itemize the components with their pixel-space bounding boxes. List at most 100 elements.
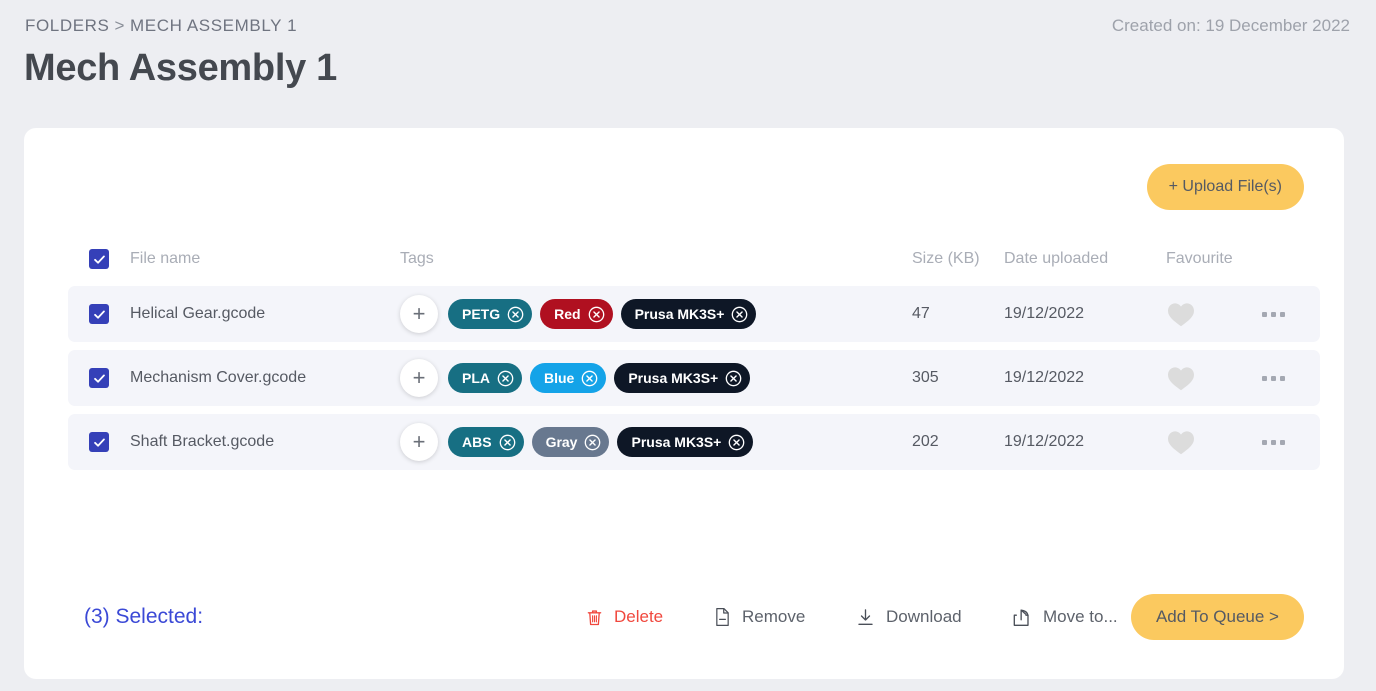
more-options-icon[interactable] xyxy=(1260,306,1287,323)
files-card: + Upload File(s) File name Tags Size (KB… xyxy=(24,128,1344,679)
remove-tag-icon[interactable] xyxy=(588,306,605,323)
tag-label: ABS xyxy=(462,434,492,450)
file-name-cell: Mechanism Cover.gcode xyxy=(130,369,307,386)
row-actions-cell xyxy=(1260,306,1320,323)
favourite-cell xyxy=(1166,301,1260,328)
remove-label: Remove xyxy=(742,607,806,626)
date-uploaded-cell: 19/12/2022 xyxy=(1004,433,1085,450)
breadcrumb: FOLDERS > MECH ASSEMBLY 1 xyxy=(25,16,297,36)
file-size-cell: 202 xyxy=(912,433,939,450)
column-header-size[interactable]: Size (KB) xyxy=(912,250,1004,268)
table-body: Helical Gear.gcode + PETG Red Prusa MK3S… xyxy=(24,286,1344,470)
column-header-date[interactable]: Date uploaded xyxy=(1004,250,1166,268)
breadcrumb-root[interactable]: FOLDERS xyxy=(25,16,110,35)
tag-pill[interactable]: PLA xyxy=(448,363,522,393)
download-label: Download xyxy=(886,607,962,626)
share-export-icon xyxy=(1013,609,1029,626)
heart-icon[interactable] xyxy=(1166,301,1196,328)
file-size-cell: 47 xyxy=(912,305,930,322)
add-tag-button[interactable]: + xyxy=(400,423,438,461)
bulk-actions-bar: (3) Selected: Delete Remove Download Mov… xyxy=(24,582,1344,652)
add-tag-button[interactable]: + xyxy=(400,359,438,397)
table-row[interactable]: Shaft Bracket.gcode + ABS Gray Prusa MK3… xyxy=(68,414,1320,470)
file-size-cell: 305 xyxy=(912,369,939,386)
tag-pill[interactable]: Prusa MK3S+ xyxy=(620,299,757,329)
tag-pill[interactable]: PETG xyxy=(448,299,533,329)
date-uploaded-cell: 19/12/2022 xyxy=(1004,305,1085,322)
remove-tag-icon[interactable] xyxy=(731,306,748,323)
remove-button[interactable]: Remove xyxy=(714,607,805,627)
add-to-queue-button[interactable]: Add To Queue > xyxy=(1130,594,1304,640)
row-actions-cell xyxy=(1260,434,1320,451)
delete-label: Delete xyxy=(614,607,664,626)
table-row[interactable]: Helical Gear.gcode + PETG Red Prusa MK3S… xyxy=(68,286,1320,342)
move-to-button[interactable]: Move to... xyxy=(1012,607,1118,627)
column-header-file-name[interactable]: File name xyxy=(130,250,400,268)
favourite-cell xyxy=(1166,429,1260,456)
remove-tag-icon[interactable] xyxy=(497,370,514,387)
file-name-cell: Helical Gear.gcode xyxy=(130,305,266,322)
heart-icon[interactable] xyxy=(1166,429,1196,456)
tag-pill[interactable]: Blue xyxy=(530,363,607,393)
selected-count-label: (3) Selected: xyxy=(84,605,204,628)
tag-pill[interactable]: Prusa MK3S+ xyxy=(614,363,751,393)
row-select-cell xyxy=(68,432,130,452)
tag-label: PLA xyxy=(462,370,490,386)
trash-icon xyxy=(587,609,602,625)
date-uploaded-cell: 19/12/2022 xyxy=(1004,369,1085,386)
breadcrumb-separator: > xyxy=(114,16,126,35)
tag-label: Blue xyxy=(544,370,575,386)
tags-cell: + PETG Red Prusa MK3S+ xyxy=(400,295,912,333)
tags-cell: + PLA Blue Prusa MK3S+ xyxy=(400,359,912,397)
page-title: Mech Assembly 1 xyxy=(24,47,338,89)
more-options-icon[interactable] xyxy=(1260,434,1287,451)
remove-tag-icon[interactable] xyxy=(728,434,745,451)
remove-tag-icon[interactable] xyxy=(581,370,598,387)
remove-tag-icon[interactable] xyxy=(499,434,516,451)
row-actions-cell xyxy=(1260,370,1320,387)
table-header-row: File name Tags Size (KB) Date uploaded F… xyxy=(68,244,1320,274)
heart-icon[interactable] xyxy=(1166,365,1196,392)
tag-label: PETG xyxy=(462,306,501,322)
download-icon xyxy=(858,608,873,625)
tag-label: Red xyxy=(554,306,581,322)
move-to-label: Move to... xyxy=(1043,607,1118,626)
check-icon xyxy=(93,374,105,383)
column-header-tags[interactable]: Tags xyxy=(400,250,912,268)
row-checkbox[interactable] xyxy=(89,432,109,452)
row-checkbox[interactable] xyxy=(89,304,109,324)
tag-label: Prusa MK3S+ xyxy=(628,370,719,386)
row-checkbox[interactable] xyxy=(89,368,109,388)
add-tag-button[interactable]: + xyxy=(400,295,438,333)
check-icon xyxy=(93,438,105,447)
tags-cell: + ABS Gray Prusa MK3S+ xyxy=(400,423,912,461)
column-header-favourite[interactable]: Favourite xyxy=(1166,250,1260,268)
table-row[interactable]: Mechanism Cover.gcode + PLA Blue Prusa M… xyxy=(68,350,1320,406)
remove-tag-icon[interactable] xyxy=(507,306,524,323)
tag-label: Prusa MK3S+ xyxy=(631,434,722,450)
file-minus-icon xyxy=(716,607,729,627)
remove-tag-icon[interactable] xyxy=(725,370,742,387)
breadcrumb-current: MECH ASSEMBLY 1 xyxy=(130,16,298,35)
files-table: File name Tags Size (KB) Date uploaded F… xyxy=(24,244,1344,478)
files-page: FOLDERS > MECH ASSEMBLY 1 Mech Assembly 1 … xyxy=(0,0,1376,691)
tag-pill[interactable]: Red xyxy=(540,299,613,329)
tag-pill[interactable]: Gray xyxy=(531,427,610,457)
remove-tag-icon[interactable] xyxy=(584,434,601,451)
check-icon xyxy=(93,310,105,319)
check-icon xyxy=(93,255,105,264)
file-name-cell: Shaft Bracket.gcode xyxy=(130,433,275,450)
created-on-label: Created on: 19 December 2022 xyxy=(1111,16,1350,35)
tag-label: Prusa MK3S+ xyxy=(634,306,725,322)
select-all-cell xyxy=(68,249,130,269)
upload-files-button[interactable]: + Upload File(s) xyxy=(1146,164,1304,210)
favourite-cell xyxy=(1166,365,1260,392)
select-all-checkbox[interactable] xyxy=(89,249,109,269)
tag-pill[interactable]: ABS xyxy=(448,427,524,457)
download-button[interactable]: Download xyxy=(856,607,962,627)
row-select-cell xyxy=(68,368,130,388)
tag-label: Gray xyxy=(545,434,578,450)
delete-button[interactable]: Delete xyxy=(586,607,663,627)
tag-pill[interactable]: Prusa MK3S+ xyxy=(617,427,754,457)
more-options-icon[interactable] xyxy=(1260,370,1287,387)
